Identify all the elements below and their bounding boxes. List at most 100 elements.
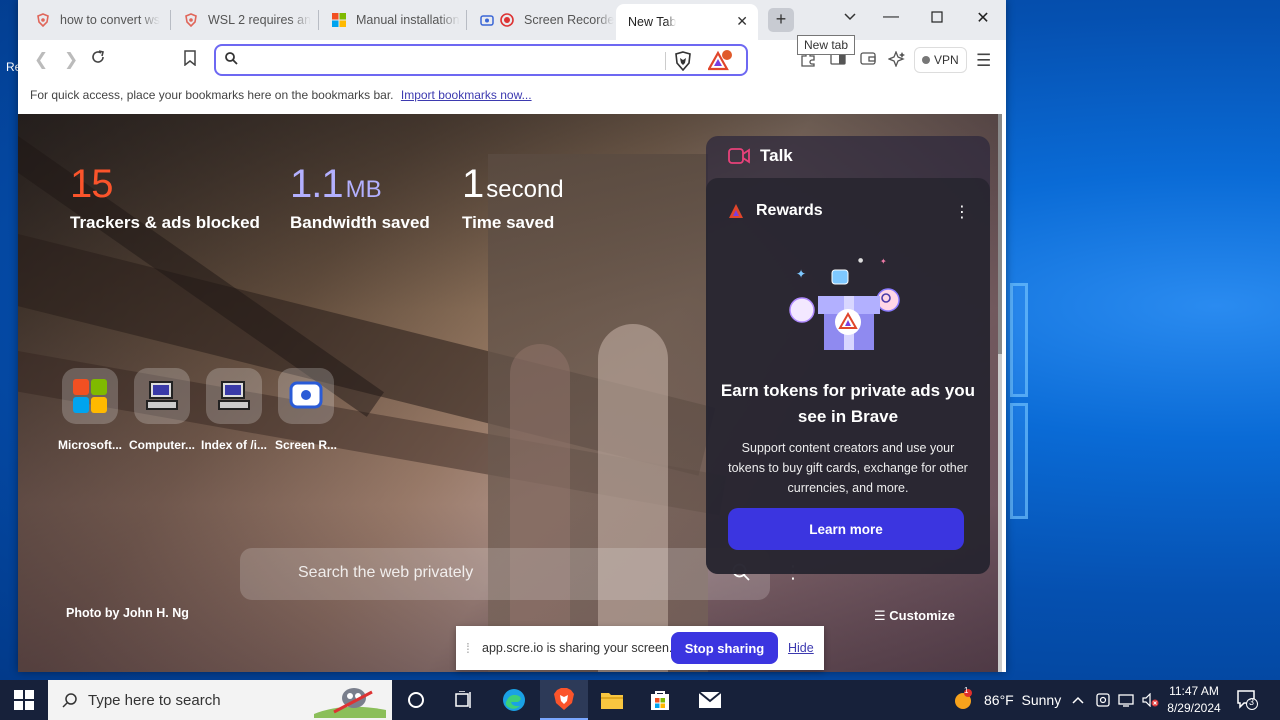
brave-rewards-icon[interactable]: [707, 50, 734, 77]
top-site-tile[interactable]: Computer...: [126, 368, 198, 452]
new-tab-button[interactable]: +: [768, 8, 794, 32]
rewards-headline: Earn tokens for private ads you see in B…: [720, 381, 976, 426]
sun-weather-icon: [955, 689, 972, 709]
customize-icon: ☰: [874, 608, 890, 623]
wallet-icon[interactable]: [860, 51, 876, 69]
cortana-button[interactable]: [392, 680, 440, 720]
store-bag-icon: [651, 691, 669, 710]
svg-text:✦: ✦: [880, 257, 887, 266]
svg-text:✦: ✦: [796, 267, 806, 281]
import-bookmarks-link[interactable]: Import bookmarks now...: [401, 88, 532, 102]
hamburger-menu-icon[interactable]: ☰: [976, 51, 991, 71]
customize-button[interactable]: ☰ Customize: [874, 608, 955, 624]
edge-icon: [503, 689, 525, 711]
windows-start-icon[interactable]: [14, 690, 34, 715]
brave-shield-icon: [184, 13, 198, 27]
back-button[interactable]: ❮: [34, 50, 48, 70]
talk-camera-icon: [728, 148, 750, 164]
brave-rewards-icon: [729, 204, 743, 218]
hide-link[interactable]: Hide: [788, 641, 814, 655]
search-highlight-mascot-icon: [314, 684, 386, 720]
tab-how-to-convert[interactable]: how to convert ws: [24, 6, 166, 34]
tab-title: Screen Recorde: [524, 13, 614, 27]
tab-title: New Tab: [628, 15, 677, 29]
reload-button[interactable]: [90, 49, 106, 70]
screen-recorder-icon: [480, 13, 494, 27]
network-icon[interactable]: [1118, 680, 1134, 720]
taskbar-search-box[interactable]: Type here to search: [48, 680, 392, 720]
task-view-button[interactable]: [440, 680, 488, 720]
stat-value: 15: [70, 162, 113, 206]
new-tab-page: 15 Trackers & ads blocked 1.1 MB Bandwidt…: [18, 114, 1002, 672]
ntp-search-box[interactable]: Search the web privately ⋮: [240, 548, 802, 600]
tab-separator: [170, 10, 171, 30]
stat-label: Trackers & ads blocked: [70, 213, 260, 232]
tab-title: WSL 2 requires an: [208, 13, 312, 27]
rewards-gift-illustration-icon: ✦ ✦ ●: [788, 252, 908, 367]
tab-wsl2[interactable]: WSL 2 requires an: [172, 6, 314, 34]
screen-share-bar: ⁞ app.scre.io is sharing your screen. St…: [456, 626, 824, 670]
bookmark-icon[interactable]: [184, 50, 196, 71]
ntp-scrollbar[interactable]: [998, 114, 1002, 672]
stat-label: Time saved: [462, 213, 555, 232]
talk-widget-header[interactable]: Talk: [728, 146, 793, 166]
volume-muted-icon[interactable]: [1142, 680, 1160, 720]
rewards-description: Support content creators and use your to…: [728, 441, 968, 495]
tab-screen-recorder[interactable]: Screen Recorde: [468, 6, 614, 34]
meet-now-icon[interactable]: [1096, 680, 1110, 720]
top-site-name: Computer...: [128, 438, 195, 452]
tab-strip: how to convert ws WSL 2 requires an Manu…: [18, 0, 1006, 40]
close-tab-icon[interactable]: ✕: [736, 13, 748, 30]
top-site-tile[interactable]: Index of /i...: [198, 368, 270, 452]
maximize-button[interactable]: [922, 8, 952, 28]
taskbar-clock[interactable]: 11:47 AM 8/29/2024: [1162, 683, 1226, 717]
computer-icon: [206, 368, 262, 424]
microsoft-logo-icon: [332, 13, 346, 27]
search-icon: [62, 693, 77, 708]
rewards-menu-kebab-icon[interactable]: ⋮: [954, 202, 970, 222]
tab-separator: [466, 10, 467, 30]
tab-search-chevron-icon[interactable]: [844, 10, 856, 25]
leo-ai-icon[interactable]: [887, 50, 906, 71]
brave-taskbar-app[interactable]: [540, 680, 588, 720]
show-hidden-icons-chevron-icon[interactable]: [1072, 680, 1084, 720]
computer-icon: [134, 368, 190, 424]
action-center-button[interactable]: 3: [1236, 688, 1258, 715]
vpn-button[interactable]: VPN: [914, 47, 967, 73]
learn-more-button[interactable]: Learn more: [728, 508, 964, 550]
tab-separator: [318, 10, 319, 30]
minimize-button[interactable]: —: [876, 8, 906, 26]
mail-taskbar-app[interactable]: [686, 680, 734, 720]
tab-title: how to convert ws: [60, 13, 161, 27]
edge-taskbar-app[interactable]: [490, 680, 538, 720]
file-explorer-taskbar-app[interactable]: [588, 680, 636, 720]
weather-widget[interactable]: 1 86°F Sunny: [952, 680, 1061, 720]
forward-button[interactable]: ❯: [64, 50, 78, 70]
share-message: app.scre.io is sharing your screen.: [482, 641, 673, 655]
folder-icon: [601, 693, 623, 709]
stat-time-saved: 1 second Time saved: [462, 162, 564, 233]
brave-shields-icon[interactable]: [674, 51, 692, 76]
brave-lion-icon: [554, 688, 574, 710]
bridge-photo-arch: [598, 324, 668, 672]
scrollbar-thumb[interactable]: [998, 114, 1002, 354]
top-site-tile[interactable]: Microsoft...: [54, 368, 126, 452]
vpn-status-icon: [922, 56, 930, 64]
address-bar[interactable]: [214, 44, 748, 76]
top-site-name: Screen R...: [274, 438, 338, 452]
bookmarks-bar-hint: For quick access, place your bookmarks h…: [30, 88, 394, 102]
vpn-label: VPN: [934, 53, 959, 67]
drag-handle-icon[interactable]: ⁞: [466, 640, 470, 656]
tab-new-tab[interactable]: New Tab ✕: [616, 4, 758, 40]
stop-sharing-button[interactable]: Stop sharing: [671, 632, 778, 664]
stat-trackers-blocked: 15 Trackers & ads blocked: [70, 162, 260, 233]
close-window-button[interactable]: ✕: [968, 8, 998, 28]
rewards-header: Rewards: [728, 202, 823, 220]
photo-credit: Photo by John H. Ng: [66, 606, 189, 620]
store-taskbar-app[interactable]: [636, 680, 684, 720]
stat-value: 1: [462, 162, 484, 206]
tab-manual-installation[interactable]: Manual installation: [320, 6, 462, 34]
stat-unit: MB: [345, 176, 382, 203]
top-site-tile[interactable]: Screen R...: [270, 368, 342, 452]
address-input[interactable]: [246, 50, 646, 70]
